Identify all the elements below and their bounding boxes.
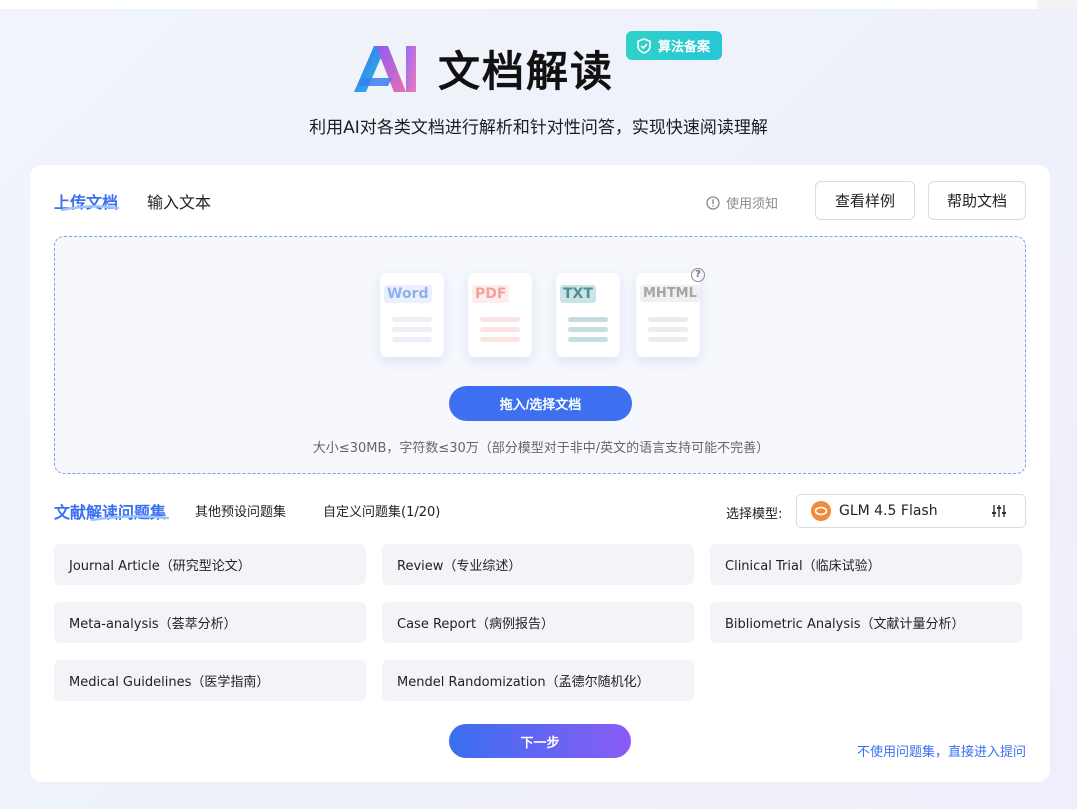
txt-file-icon: TXT <box>556 273 620 357</box>
tab-custom-label: 自定义问题集(1/20) <box>323 505 441 520</box>
help-docs-button[interactable]: 帮助文档 <box>928 181 1026 220</box>
next-step-button[interactable]: 下一步 <box>449 724 631 758</box>
question-item-medical-guidelines[interactable]: Medical Guidelines（医学指南） <box>54 660 366 701</box>
tab-other-label: 其他预设问题集 <box>195 505 287 520</box>
shield-check-icon <box>637 37 651 54</box>
tab-active-underline <box>60 205 120 211</box>
question-item-case-report[interactable]: Case Report（病例报告） <box>382 602 694 643</box>
pdf-file-icon: PDF <box>468 273 532 357</box>
top-bar <box>0 0 1077 9</box>
word-label: Word <box>384 285 432 303</box>
tab-custom-questions[interactable]: 自定义问题集(1/20) <box>323 501 440 520</box>
page-title: 文档解读 <box>438 46 615 96</box>
question-item-journal-article[interactable]: Journal Article（研究型论文） <box>54 544 366 585</box>
mhtml-file-icon: MHTML <box>636 273 700 357</box>
question-item-mendel-randomization[interactable]: Mendel Randomization（孟德尔随机化） <box>382 660 694 701</box>
question-item-meta-analysis[interactable]: Meta-analysis（荟萃分析） <box>54 602 366 643</box>
main-card: 上传文档 输入文本 使用须知 查看样例 帮助文档 Word PDF TXT MH… <box>30 165 1050 782</box>
algorithm-filing-badge: 算法备案 <box>626 31 723 60</box>
model-label: 选择模型: <box>726 507 783 522</box>
skip-question-set-link[interactable]: 不使用问题集，直接进入提问 <box>857 741 1026 760</box>
tab-other-questions[interactable]: 其他预设问题集 <box>195 501 286 520</box>
ai-logo-icon <box>354 46 416 92</box>
view-examples-button[interactable]: 查看样例 <box>815 181 915 220</box>
usage-notice-link[interactable]: 使用须知 <box>706 193 778 212</box>
mhtml-label: MHTML <box>640 285 700 302</box>
question-tab-underline <box>90 515 170 521</box>
pdf-label: PDF <box>472 285 510 303</box>
select-document-button[interactable]: 拖入/选择文档 <box>449 386 632 421</box>
page-subtitle: 利用AI对各类文档进行解析和针对性问答，实现快速阅读理解 <box>309 118 768 138</box>
model-selected-value: GLM 4.5 Flash <box>839 503 938 519</box>
question-item-bibliometric-analysis[interactable]: Bibliometric Analysis（文献计量分析） <box>710 602 1022 643</box>
glm-model-icon <box>811 501 831 521</box>
adjust-settings-icon[interactable] <box>991 503 1007 519</box>
word-file-icon: Word <box>380 273 444 357</box>
usage-notice-label: 使用须知 <box>726 197 779 212</box>
question-mark-icon[interactable]: ? <box>691 268 705 282</box>
upload-hint: 大小≤30MB，字符数≤30万（部分模型对于非中/英文的语言支持可能不完善） <box>312 441 770 456</box>
question-item-clinical-trial[interactable]: Clinical Trial（临床试验） <box>710 544 1022 585</box>
info-icon <box>706 195 720 210</box>
tab-input-text[interactable]: 输入文本 <box>147 189 211 213</box>
model-select[interactable]: GLM 4.5 Flash <box>796 494 1026 528</box>
upload-dropzone[interactable]: Word PDF TXT MHTML ? 拖入/选择文档 大小≤30MB，字符数… <box>54 236 1026 474</box>
tab-input-text-label: 输入文本 <box>147 193 212 212</box>
badge-label: 算法备案 <box>658 40 711 55</box>
txt-label: TXT <box>560 285 596 303</box>
top-bar-corner <box>1037 0 1077 9</box>
brand: 文档解读 <box>352 40 614 96</box>
question-item-review[interactable]: Review（专业综述） <box>382 544 694 585</box>
